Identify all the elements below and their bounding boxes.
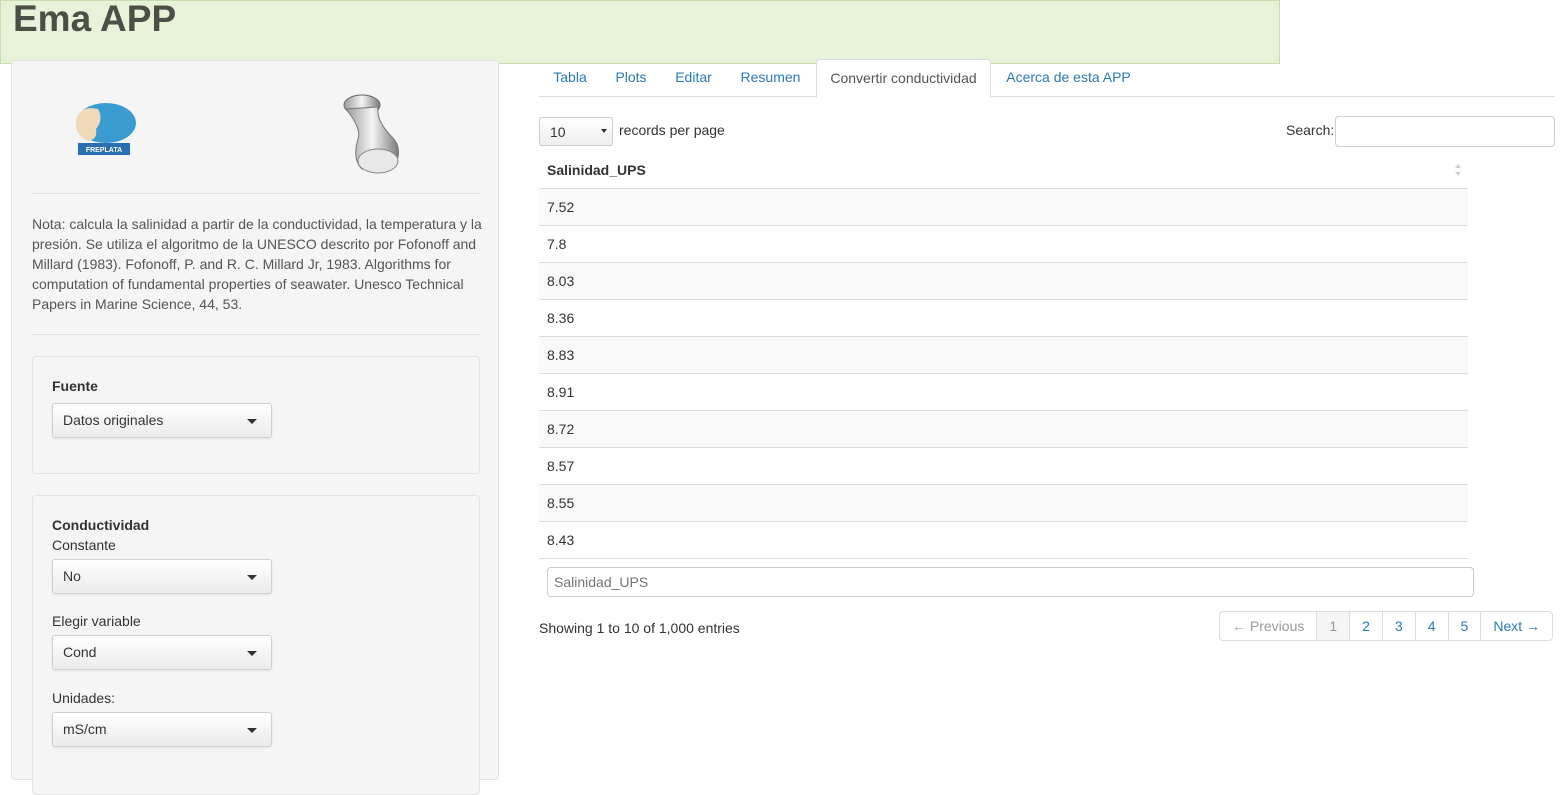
unidades-label: Unidades: (52, 690, 116, 706)
constante-label: Constante (52, 537, 116, 553)
next-page-button[interactable]: Next → (1480, 611, 1554, 641)
tab-editar[interactable]: Editar (661, 59, 726, 97)
sidebar-panel: FREPLATA Nota: calcula la salinidad a pa… (11, 60, 499, 795)
page-4-button[interactable]: 4 (1414, 611, 1449, 641)
conductividad-label: Conductividad (52, 517, 150, 533)
variable-select-value: Cond (63, 644, 97, 660)
tab-acerca[interactable]: Acerca de esta APP (991, 59, 1146, 97)
table-row: 8.57 (539, 448, 1468, 485)
tab-plots[interactable]: Plots (601, 59, 661, 97)
table-info: Showing 1 to 10 of 1,000 entries (539, 620, 740, 636)
tab-convertir-conductividad[interactable]: Convertir conductividad (816, 59, 991, 98)
table-row: 7.52 (539, 189, 1468, 226)
title-bar: Ema APP (0, 0, 1280, 64)
unidades-select-value: mS/cm (63, 721, 107, 737)
constante-select-value: No (63, 568, 81, 584)
divider (32, 334, 480, 335)
fuente-select-value: Datos originales (63, 412, 164, 428)
algorithm-note: Nota: calcula la salinidad a partir de l… (32, 216, 482, 312)
page-length-label: records per page (619, 122, 725, 138)
fuente-panel: Fuente Datos originales (32, 356, 480, 474)
variable-label: Elegir variable (52, 613, 141, 629)
page-5-button[interactable]: 5 (1447, 611, 1482, 641)
search-input[interactable] (1335, 116, 1555, 147)
table-row: 7.8 (539, 226, 1468, 263)
page-3-button[interactable]: 3 (1381, 611, 1416, 641)
freplata-logo: FREPLATA (75, 103, 136, 155)
caret-down-icon (601, 129, 607, 133)
logos-area: FREPLATA (32, 81, 480, 193)
table-row: 8.36 (539, 300, 1468, 337)
table-row: 8.83 (539, 337, 1468, 374)
page-1-button[interactable]: 1 (1316, 611, 1351, 641)
caret-down-icon (247, 651, 257, 656)
app-title: Ema APP (13, 0, 177, 39)
fuente-label: Fuente (52, 378, 98, 394)
previous-page-button[interactable]: ← Previous (1219, 611, 1318, 641)
table-row: 8.72 (539, 411, 1468, 448)
pagination: ← Previous 1 2 3 4 5 Next → (1219, 611, 1554, 641)
tab-bar: Tabla Plots Editar Resumen Convertir con… (539, 59, 1555, 98)
search-label: Search: (1286, 122, 1335, 138)
column-header-salinidad[interactable]: Salinidad_UPS (539, 152, 1468, 189)
table-row: 8.03 (539, 263, 1468, 300)
data-table: Salinidad_UPS 7.52 7.8 8.03 8.36 8.83 8.… (539, 152, 1468, 559)
sort-icon (1455, 164, 1461, 176)
table-row: 8.55 (539, 485, 1468, 522)
unidades-select[interactable]: mS/cm (52, 712, 272, 747)
table-row: 8.43 (539, 522, 1468, 559)
caret-down-icon (247, 419, 257, 424)
caret-down-icon (247, 728, 257, 733)
tab-tabla[interactable]: Tabla (539, 59, 601, 97)
page-length-value: 10 (550, 124, 566, 140)
fuente-select[interactable]: Datos originales (52, 403, 272, 438)
table-row: 8.91 (539, 374, 1468, 411)
conductividad-panel: Conductividad Constante No Elegir variab… (32, 495, 480, 795)
page-length-select[interactable]: 10 (539, 117, 613, 146)
column-header-label: Salinidad_UPS (547, 162, 646, 178)
constante-select[interactable]: No (52, 559, 272, 594)
variable-select[interactable]: Cond (52, 635, 272, 670)
caret-down-icon (247, 575, 257, 580)
tab-resumen[interactable]: Resumen (726, 59, 815, 97)
column-filter-input[interactable] (547, 567, 1474, 597)
sensor-device-logo (343, 94, 399, 174)
page-2-button[interactable]: 2 (1349, 611, 1383, 641)
divider (32, 193, 480, 194)
freplata-logo-text: FREPLATA (86, 147, 122, 154)
